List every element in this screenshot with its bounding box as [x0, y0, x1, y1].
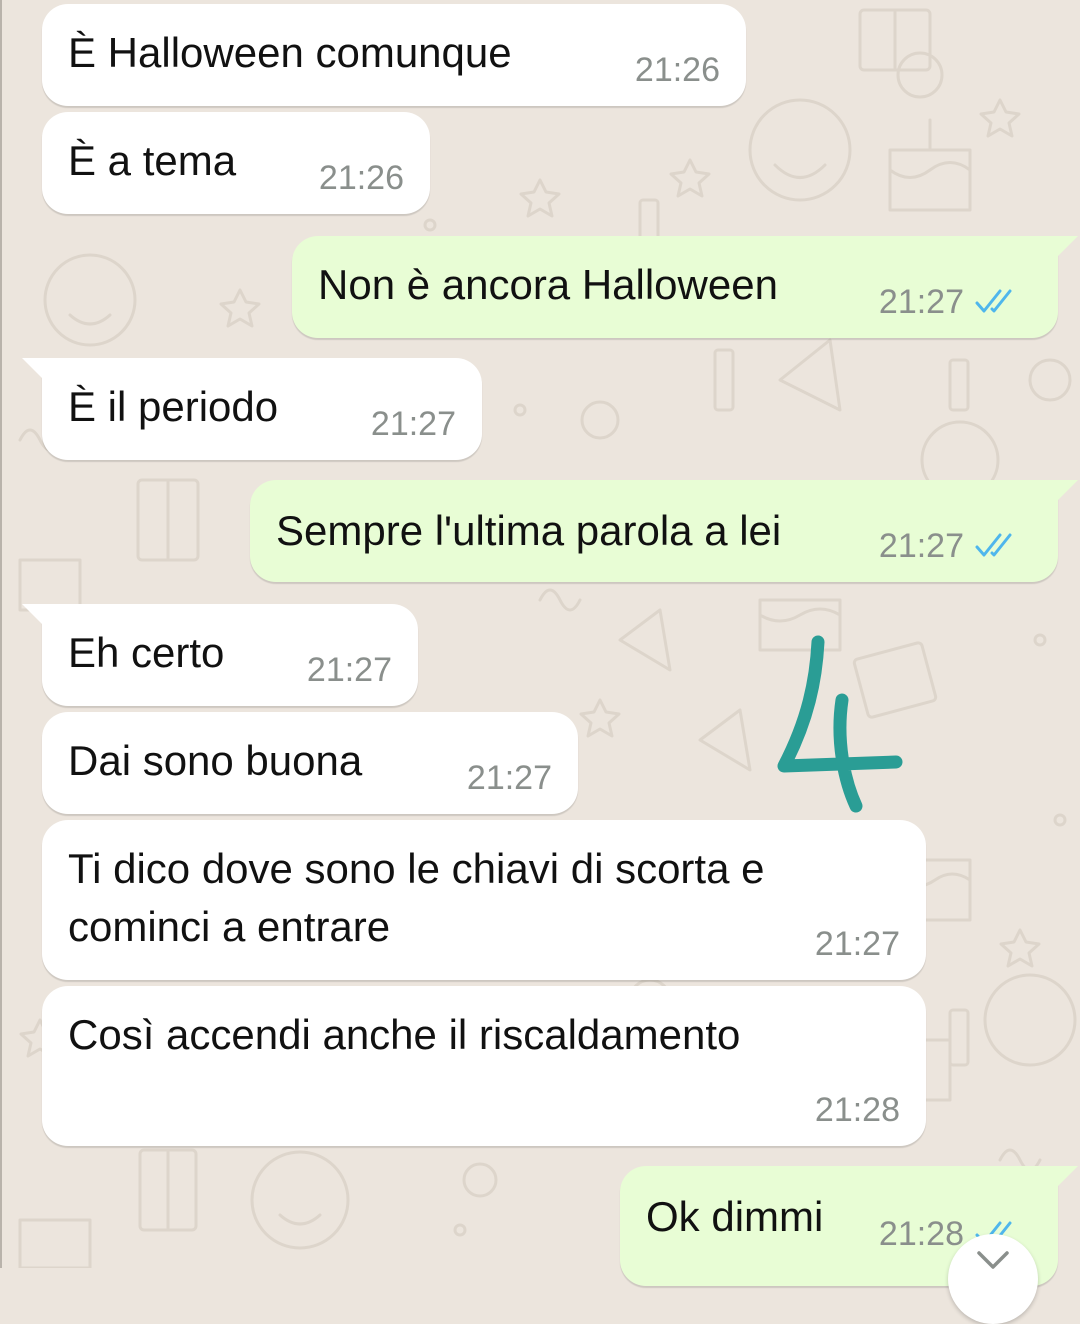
message-time: 21:28: [814, 1091, 900, 1129]
message-bubble-incoming[interactable]: Eh certo 21:27: [22, 604, 418, 706]
message-bubble-outgoing[interactable]: Non è ancora Halloween 21:27: [292, 236, 1078, 338]
message-time: 21:27: [370, 405, 456, 443]
read-receipt-icon: [974, 533, 1018, 559]
message-time: 21:27: [878, 527, 964, 565]
message-time: 21:27: [878, 283, 964, 321]
message-meta: 21:27: [879, 526, 1018, 566]
message-meta: 21:27: [815, 924, 900, 964]
read-receipt-icon: [974, 289, 1018, 315]
message-text: Eh certo: [68, 629, 225, 676]
message-time: 21:28: [878, 1215, 964, 1253]
message-meta: 21:27: [307, 650, 392, 690]
message-meta: 21:27: [371, 404, 456, 444]
message-text: Non è ancora Halloween: [318, 261, 778, 308]
message-text: Così accendi anche il riscaldamento: [68, 1011, 741, 1058]
message-text: È Halloween comunque: [68, 29, 512, 76]
message-meta: 21:26: [635, 50, 720, 90]
message-text: È il periodo: [68, 383, 279, 430]
message-time: 21:26: [318, 159, 404, 197]
message-text: Ti dico dove sono le chiavi di scorta e …: [68, 845, 765, 950]
chevron-down-icon: [977, 1251, 1009, 1269]
message-time: 21:27: [306, 651, 392, 689]
message-time: 21:27: [466, 759, 552, 797]
message-bubble-incoming[interactable]: Ti dico dove sono le chiavi di scorta e …: [42, 820, 926, 980]
message-bubble-incoming[interactable]: Dai sono buona 21:27: [42, 712, 578, 814]
message-bubble-incoming[interactable]: Così accendi anche il riscaldamento 21:2…: [42, 986, 926, 1146]
message-text: È a tema: [68, 137, 237, 184]
handwritten-number-annotation: [777, 635, 903, 813]
message-text: Sempre l'ultima parola a lei: [276, 507, 782, 554]
message-text: Dai sono buona: [68, 737, 363, 784]
message-time: 21:27: [814, 925, 900, 963]
message-meta: 21:28: [815, 1090, 900, 1130]
message-bubble-incoming[interactable]: È Halloween comunque 21:26: [42, 4, 746, 106]
message-bubble-incoming[interactable]: È a tema 21:26: [42, 112, 430, 214]
message-meta: 21:26: [319, 158, 404, 198]
message-text: Ok dimmi: [646, 1193, 824, 1240]
message-meta: 21:27: [467, 758, 552, 798]
message-bubble-outgoing[interactable]: Sempre l'ultima parola a lei 21:27: [250, 480, 1078, 582]
message-time: 21:26: [634, 51, 720, 89]
scroll-to-bottom-button[interactable]: [948, 1234, 1038, 1324]
message-bubble-incoming[interactable]: È il periodo 21:27: [22, 358, 482, 460]
message-meta: 21:27: [879, 282, 1018, 322]
